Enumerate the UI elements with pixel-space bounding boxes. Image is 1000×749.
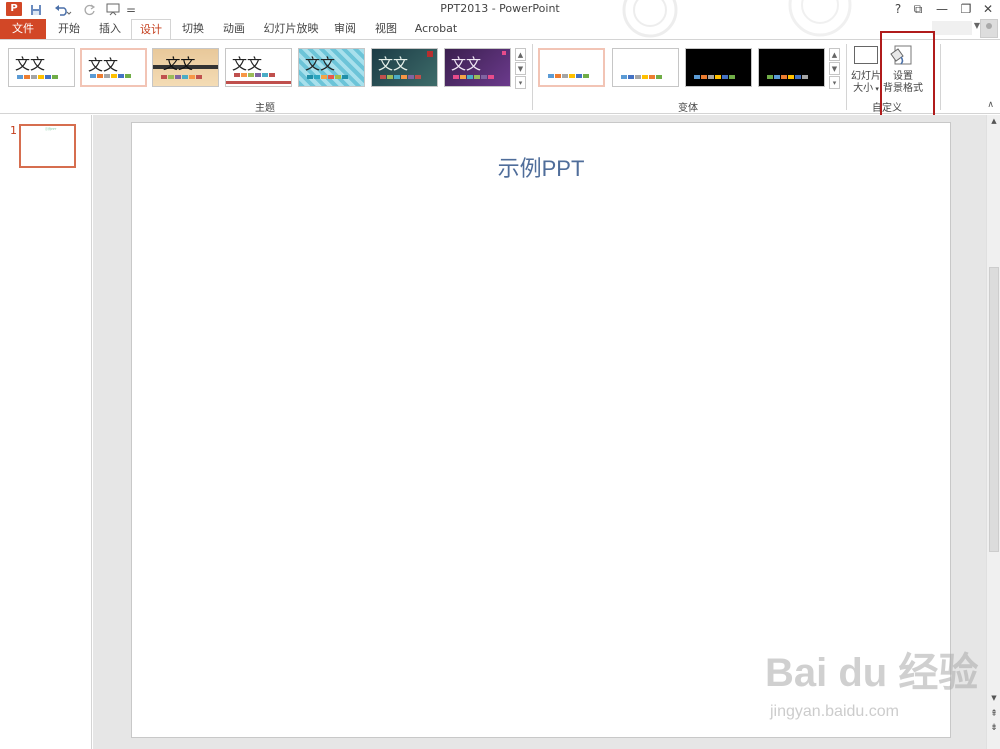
baidu-watermark-url: jingyan.baidu.com bbox=[770, 703, 899, 720]
tab-view[interactable]: 视图 bbox=[369, 19, 403, 39]
tab-home[interactable]: 开始 bbox=[52, 19, 86, 39]
vertical-scrollbar[interactable]: ▲ ▼ ⇞ ⇟ bbox=[986, 115, 1000, 749]
slide-number: 1 bbox=[10, 124, 17, 137]
themes-more-icon[interactable]: ▾ bbox=[515, 76, 526, 89]
variants-scroll-up-icon[interactable]: ▲ bbox=[829, 48, 840, 61]
user-account[interactable] bbox=[932, 21, 972, 35]
group-divider bbox=[532, 44, 533, 110]
collapse-ribbon-icon[interactable]: ∧ bbox=[987, 100, 994, 110]
slide-title[interactable]: 示例PPT bbox=[132, 151, 950, 183]
ribbon: 文文 文文 文文 文文 文文 文文 文文 ▲ ▼ ▾ 主题 ▲ ▼ ▾ 变体 幻… bbox=[0, 39, 1000, 114]
theme-current[interactable]: 文文 bbox=[80, 48, 147, 87]
tab-transitions[interactable]: 切换 bbox=[176, 19, 210, 39]
ribbon-display-options-icon[interactable]: ⧉ bbox=[906, 1, 930, 18]
variant-1[interactable] bbox=[538, 48, 605, 87]
next-slide-icon[interactable]: ⇟ bbox=[987, 723, 1000, 733]
variants-scroll-down-icon[interactable]: ▼ bbox=[829, 62, 840, 75]
group-label-themes: 主题 bbox=[255, 103, 275, 114]
close-icon[interactable]: ✕ bbox=[976, 1, 1000, 18]
variants-more-icon[interactable]: ▾ bbox=[829, 76, 840, 89]
group-divider bbox=[940, 44, 941, 110]
baidu-watermark-logo: Bai du 经验 bbox=[765, 651, 979, 695]
maximize-icon[interactable]: ❐ bbox=[954, 1, 978, 18]
theme-simple[interactable]: 文文 bbox=[225, 48, 292, 87]
slide-thumbnail-title: 示例PPT bbox=[45, 127, 57, 131]
tab-acrobat[interactable]: Acrobat bbox=[410, 19, 462, 39]
scroll-down-icon[interactable]: ▼ bbox=[987, 694, 1000, 702]
previous-slide-icon[interactable]: ⇞ bbox=[987, 709, 1000, 719]
theme-dark-teal[interactable]: 文文 bbox=[371, 48, 438, 87]
group-label-variants: 变体 bbox=[678, 103, 698, 114]
theme-ink[interactable]: 文文 bbox=[152, 48, 219, 87]
ribbon-tabs: 文件 开始 插入 设计 切换 动画 幻灯片放映 审阅 视图 Acrobat bbox=[0, 19, 1000, 40]
highlight-box bbox=[880, 31, 935, 123]
slide-thumbnail[interactable]: 示例PPT bbox=[19, 124, 76, 168]
tab-insert[interactable]: 插入 bbox=[93, 19, 127, 39]
title-bar: P = PPT2013 - PowerPoint ? ⧉ — ❐ ✕ bbox=[0, 0, 1000, 38]
themes-scroll-down-icon[interactable]: ▼ bbox=[515, 62, 526, 75]
theme-purple[interactable]: 文文 bbox=[444, 48, 511, 87]
tab-animations[interactable]: 动画 bbox=[217, 19, 251, 39]
themes-scroll-up-icon[interactable]: ▲ bbox=[515, 48, 526, 61]
app-title: PPT2013 - PowerPoint bbox=[440, 2, 560, 15]
scrollbar-thumb[interactable] bbox=[989, 267, 999, 552]
variant-4[interactable] bbox=[758, 48, 825, 87]
avatar[interactable] bbox=[980, 19, 998, 38]
tab-file[interactable]: 文件 bbox=[0, 19, 46, 39]
tab-design[interactable]: 设计 bbox=[131, 19, 171, 40]
slide-size-icon bbox=[854, 46, 878, 64]
tab-review[interactable]: 审阅 bbox=[328, 19, 362, 39]
theme-office[interactable]: 文文 bbox=[8, 48, 75, 87]
scroll-up-icon[interactable]: ▲ bbox=[987, 117, 1000, 125]
variant-3[interactable] bbox=[685, 48, 752, 87]
variant-2[interactable] bbox=[612, 48, 679, 87]
slide-thumbnail-pane: 1 示例PPT bbox=[0, 115, 92, 749]
minimize-icon[interactable]: — bbox=[930, 1, 954, 18]
theme-pattern[interactable]: 文文 bbox=[298, 48, 365, 87]
tab-slideshow[interactable]: 幻灯片放映 bbox=[260, 19, 322, 39]
